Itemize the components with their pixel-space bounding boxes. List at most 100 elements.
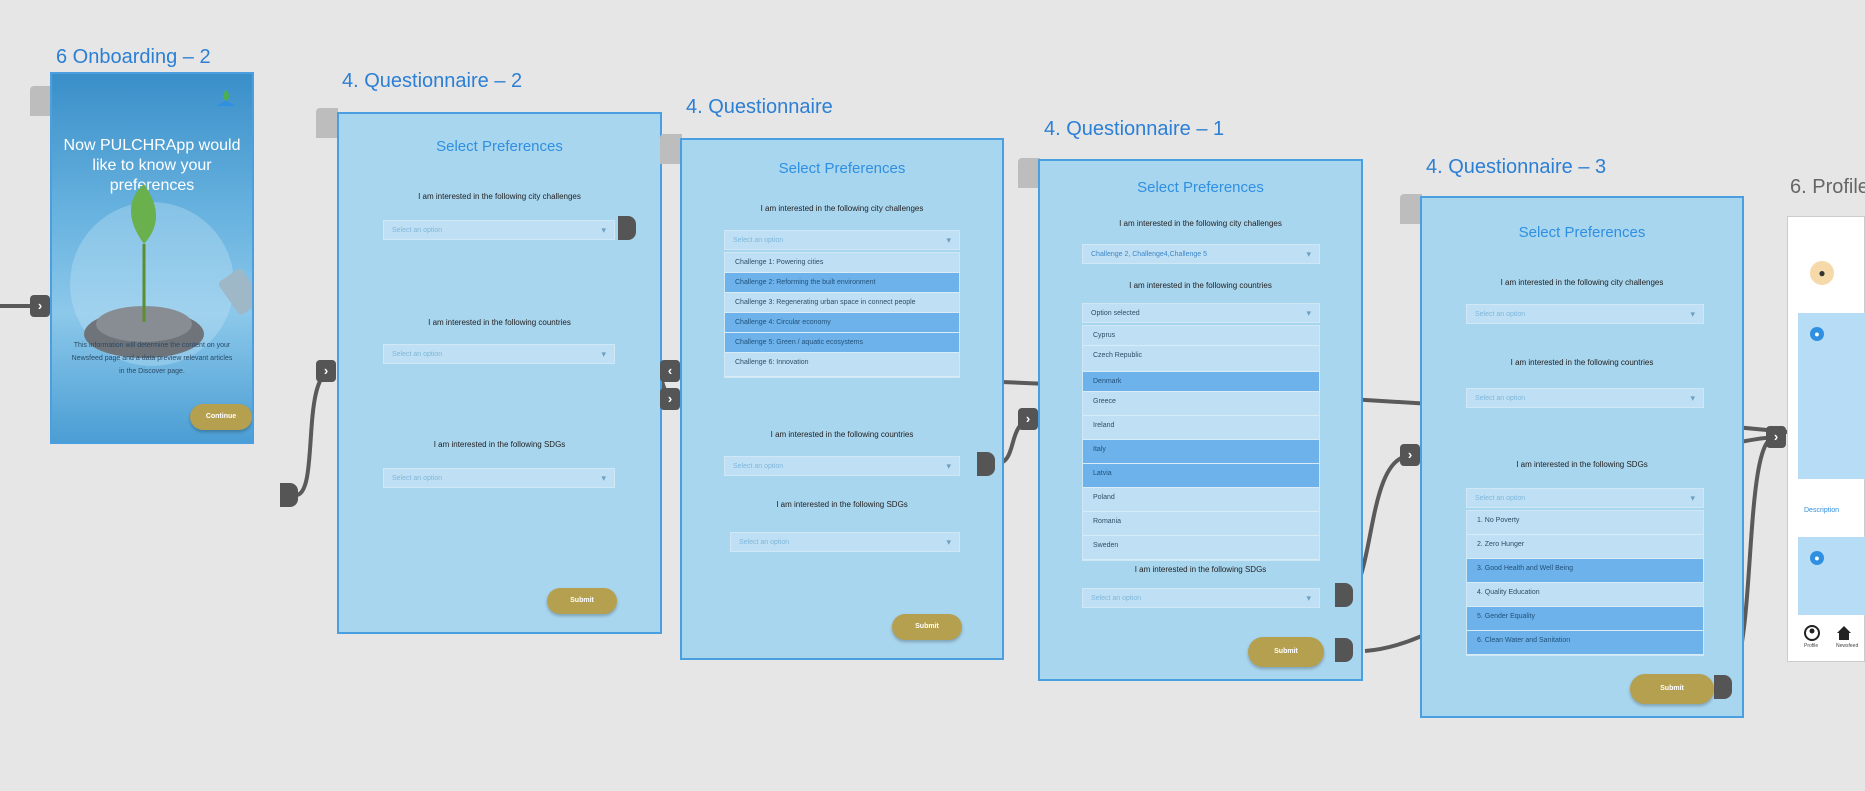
person-icon: ● — [1810, 327, 1824, 341]
submit-link-handle[interactable] — [1714, 675, 1732, 699]
challenges-select[interactable]: Challenge 2, Challenge4,Challenge 5 — [1082, 244, 1320, 264]
country-option[interactable]: Czech Republic — [1083, 346, 1319, 372]
select-preferences-title: Select Preferences — [778, 160, 906, 177]
link-arrow-icon[interactable]: › — [1400, 444, 1420, 466]
onboarding-screen[interactable]: Now PULCHRApp would like to know your pr… — [50, 72, 254, 444]
nav-profile-label: Profile — [1804, 643, 1819, 649]
profile-card: ● — [1798, 537, 1865, 615]
country-option[interactable]: Denmark — [1083, 372, 1319, 392]
select-preferences-title: Select Preferences — [436, 138, 563, 155]
frame-title-questionnaire-2: 4. Questionnaire – 2 — [342, 70, 523, 92]
countries-select[interactable]: Select an option — [724, 456, 960, 476]
country-option[interactable]: Cyprus — [1083, 326, 1319, 346]
challenge-option[interactable]: Challenge 5: Green / aquatic ecosystems — [725, 333, 959, 353]
sdgs-label: I am interested in the following SDGs — [1516, 460, 1648, 469]
challenge-option[interactable]: Challenge 3: Regenerating urban space in… — [725, 293, 959, 313]
submit-button[interactable]: Submit — [1630, 674, 1714, 704]
sdg-option[interactable]: 6. Clean Water and Sanitation — [1467, 631, 1703, 655]
sdgs-link-handle[interactable] — [1335, 583, 1353, 607]
sdg-option[interactable]: 4. Quality Education — [1467, 583, 1703, 607]
nav-home-label: Newsfeed — [1836, 643, 1859, 649]
link-arrow-icon[interactable]: › — [660, 388, 680, 410]
link-arrow-icon[interactable]: › — [1018, 408, 1038, 430]
frame-tab — [660, 134, 682, 164]
frame-title-profile: 6. Profile — [1790, 176, 1865, 198]
frame-title-questionnaire-1: 4. Questionnaire – 1 — [1044, 118, 1225, 140]
profile-nav-icon[interactable] — [1804, 625, 1820, 641]
countries-label: I am interested in the following countri… — [1510, 358, 1654, 367]
frame-tab — [1400, 194, 1422, 224]
challenges-select[interactable]: Select an option — [383, 220, 615, 240]
country-option[interactable]: Italy — [1083, 440, 1319, 464]
continue-link-handle[interactable] — [280, 483, 298, 507]
person-icon: ● — [1810, 551, 1824, 565]
profile-card: ● — [1798, 313, 1865, 479]
countries-label: I am interested in the following countri… — [428, 318, 571, 327]
questionnaire-screen[interactable]: Select Preferences I am interested in th… — [680, 138, 1004, 660]
challenge-option[interactable]: Challenge 6: Innovation — [725, 353, 959, 377]
user-avatar-icon[interactable]: ● — [1810, 261, 1834, 285]
countries-options-list: Cyprus Czech Republic Denmark Greece Ire… — [1082, 325, 1320, 561]
link-arrow-icon[interactable]: › — [316, 360, 336, 382]
sdg-option[interactable]: 5. Gender Equality — [1467, 607, 1703, 631]
link-arrow-icon[interactable]: › — [1766, 426, 1786, 448]
countries-select[interactable]: Select an option — [1466, 388, 1704, 408]
frame-title-onboarding: 6 Onboarding – 2 — [56, 46, 211, 68]
challenge-option[interactable]: Challenge 1: Powering cities — [725, 253, 959, 273]
questionnaire-1-screen[interactable]: Select Preferences I am interested in th… — [1038, 159, 1363, 681]
country-option[interactable]: Latvia — [1083, 464, 1319, 488]
flow-entry-arrow-icon[interactable]: › — [30, 295, 50, 317]
sdg-option[interactable]: 1. No Poverty — [1467, 511, 1703, 535]
sdgs-options-list: 1. No Poverty 2. Zero Hunger 3. Good Hea… — [1466, 510, 1704, 656]
country-option[interactable]: Ireland — [1083, 416, 1319, 440]
submit-button[interactable]: Submit — [1248, 637, 1324, 667]
prototype-canvas[interactable]: 6 Onboarding – 2 Now PULCHRApp would lik… — [0, 0, 1865, 791]
app-logo-icon — [216, 90, 236, 106]
sdgs-select[interactable]: Select an option — [1082, 588, 1320, 608]
country-option[interactable]: Sweden — [1083, 536, 1319, 560]
country-option[interactable]: Poland — [1083, 488, 1319, 512]
home-nav-icon[interactable] — [1836, 625, 1852, 641]
bottom-nav: Profile Newsfeed — [1798, 623, 1865, 655]
challenges-select[interactable]: Select an option — [724, 230, 960, 250]
frame-tab — [316, 108, 338, 138]
sdgs-select[interactable]: Select an option — [383, 468, 615, 488]
submit-button[interactable]: Submit — [892, 614, 962, 640]
country-option[interactable]: Romania — [1083, 512, 1319, 536]
challenges-label: I am interested in the following city ch… — [1500, 278, 1664, 287]
challenge-option[interactable]: Challenge 2: Reforming the built environ… — [725, 273, 959, 293]
questionnaire-2-screen[interactable]: Select Preferences I am interested in th… — [337, 112, 662, 634]
select-preferences-title: Select Preferences — [1137, 179, 1264, 196]
select-preferences-title: Select Preferences — [1518, 224, 1646, 241]
challenge-option[interactable]: Challenge 4: Circular economy — [725, 313, 959, 333]
countries-link-handle[interactable] — [977, 452, 995, 476]
description-label: Description — [1804, 507, 1840, 514]
frame-title-questionnaire: 4. Questionnaire — [686, 96, 833, 118]
continue-button[interactable]: Continue — [190, 404, 252, 430]
sdgs-label: I am interested in the following SDGs — [776, 500, 908, 509]
profile-screen[interactable]: ● ● Description ● Profile Newsfeed — [1787, 216, 1865, 662]
countries-label: I am interested in the following countri… — [1129, 281, 1272, 290]
challenges-link-handle[interactable] — [618, 216, 636, 240]
challenges-label: I am interested in the following city ch… — [760, 204, 924, 213]
countries-select[interactable]: Option selected — [1082, 303, 1320, 323]
challenges-select[interactable]: Select an option — [1466, 304, 1704, 324]
link-back-arrow-icon[interactable]: ‹ — [660, 360, 680, 382]
sdg-option[interactable]: 3. Good Health and Well Being — [1467, 559, 1703, 583]
frame-tab — [1018, 158, 1040, 188]
frame-title-questionnaire-3: 4. Questionnaire – 3 — [1426, 156, 1607, 178]
countries-select[interactable]: Select an option — [383, 344, 615, 364]
country-option[interactable]: Greece — [1083, 392, 1319, 416]
submit-button[interactable]: Submit — [547, 588, 617, 614]
submit-link-handle[interactable] — [1335, 638, 1353, 662]
sdgs-label: I am interested in the following SDGs — [433, 440, 566, 449]
sdgs-select[interactable]: Select an option — [1466, 488, 1704, 508]
questionnaire-3-screen[interactable]: Select Preferences I am interested in th… — [1420, 196, 1744, 718]
challenges-options-list: Challenge 1: Powering cities Challenge 2… — [724, 252, 960, 378]
countries-label: I am interested in the following countri… — [770, 430, 914, 439]
sdgs-select[interactable]: Select an option — [730, 532, 960, 552]
onboarding-info-text: This information will determine the cont… — [71, 342, 233, 375]
sdg-option[interactable]: 2. Zero Hunger — [1467, 535, 1703, 559]
challenges-label: I am interested in the following city ch… — [1119, 219, 1282, 228]
frame-tab — [30, 86, 52, 116]
